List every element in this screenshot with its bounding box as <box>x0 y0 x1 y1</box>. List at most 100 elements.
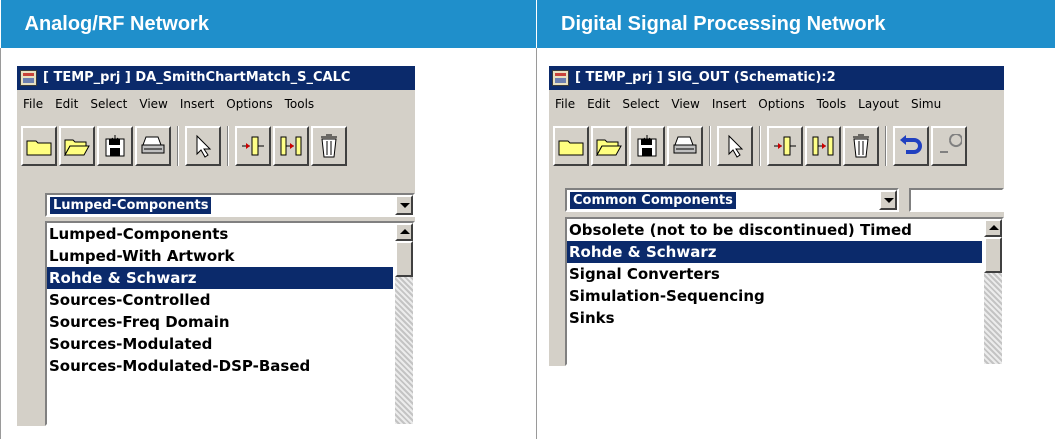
delete-icon <box>321 134 337 158</box>
scroll-thumb[interactable] <box>395 241 413 277</box>
menu-item-view[interactable]: View <box>671 97 699 111</box>
menu-item-file[interactable]: File <box>555 97 575 111</box>
menu-item-file[interactable]: File <box>23 97 43 111</box>
print-button[interactable] <box>667 126 703 166</box>
menu-item-tools[interactable]: Tools <box>817 97 847 111</box>
palette-list: Lumped-Components Lumped-With Artwork Rohd… <box>45 221 415 426</box>
menu-item-options[interactable]: Options <box>758 97 804 111</box>
menu-bar: File Edit Select View Insert Options Tools <box>17 94 326 114</box>
palette-combo[interactable]: Common Components <box>565 188 899 212</box>
dsp-network-header: Digital Signal Processing Network <box>536 0 1055 48</box>
scrollbar[interactable] <box>984 219 1002 364</box>
palette-list-item[interactable]: Lumped-Components <box>47 223 393 245</box>
palette-items: Obsolete (not to be discontinued) Timed R… <box>567 219 982 329</box>
new-folder-button[interactable] <box>21 126 57 166</box>
save-icon <box>105 135 125 157</box>
palette-combo[interactable]: Lumped-Components <box>45 193 415 217</box>
scroll-up-arrow-icon[interactable] <box>395 223 413 241</box>
menu-item-edit[interactable]: Edit <box>55 97 78 111</box>
menu-item-insert[interactable]: Insert <box>712 97 746 111</box>
save-button[interactable] <box>629 126 665 166</box>
palette-list: Obsolete (not to be discontinued) Timed R… <box>565 217 1004 366</box>
folder-icon <box>558 140 584 156</box>
menu-bar: File Edit Select View Insert Options Tools Layo… <box>549 94 953 114</box>
menu-item-insert[interactable]: Insert <box>180 97 214 111</box>
delete-icon <box>853 134 869 158</box>
palette-selected: Lumped-Components <box>50 197 212 214</box>
extra-tool-button[interactable] <box>931 126 967 166</box>
palette-list-item[interactable]: Sources-Freq Domain <box>47 311 393 333</box>
menu-item-layout[interactable]: Layout <box>858 97 899 111</box>
chevron-down-icon[interactable] <box>395 195 413 215</box>
folder-icon <box>26 140 52 156</box>
menu-item-simu[interactable]: Simu <box>911 97 941 111</box>
new-folder-button[interactable] <box>553 126 589 166</box>
save-icon <box>637 135 657 157</box>
palette-list-item[interactable]: Sources-Modulated <box>47 333 393 355</box>
chevron-down-icon[interactable] <box>879 190 897 210</box>
select-pointer-button[interactable] <box>717 126 753 166</box>
palette-list-item[interactable]: Signal Converters <box>567 263 982 285</box>
open-folder-icon <box>596 139 622 156</box>
scrollbar[interactable] <box>395 223 413 424</box>
app-icon <box>20 70 37 86</box>
undo-icon <box>900 135 922 154</box>
menu-item-view[interactable]: View <box>139 97 167 111</box>
insert-wire-icon <box>280 136 302 156</box>
print-button[interactable] <box>135 126 171 166</box>
insert-pin-button[interactable] <box>235 126 271 166</box>
open-button[interactable] <box>59 126 95 166</box>
analog-rf-screenshot: [ TEMP_prj ] DA_SmithChartMatch_S_CALC F… <box>17 66 415 426</box>
palette-list-item[interactable]: Obsolete (not to be discontinued) Timed <box>567 219 982 241</box>
window-titlebar: [ TEMP_prj ] SIG_OUT (Schematic):2 <box>549 66 1004 90</box>
palette-list-item[interactable]: Sources-Controlled <box>47 289 393 311</box>
menu-item-options[interactable]: Options <box>226 97 272 111</box>
palette-list-item[interactable]: Lumped-With Artwork <box>47 245 393 267</box>
window-titlebar: [ TEMP_prj ] DA_SmithChartMatch_S_CALC <box>17 66 415 90</box>
palette-list-item[interactable]: Rohde & Schwarz <box>47 267 393 289</box>
delete-button[interactable] <box>311 126 347 166</box>
app-icon <box>552 70 569 86</box>
toolbar-separator <box>177 126 179 166</box>
comparison-table: Analog/RF Network Digital Signal Process… <box>0 0 1055 439</box>
save-button[interactable] <box>97 126 133 166</box>
insert-pin-icon <box>242 136 264 156</box>
insert-wire-button[interactable] <box>273 126 309 166</box>
menu-item-select[interactable]: Select <box>622 97 659 111</box>
open-button[interactable] <box>591 126 627 166</box>
insert-wire-icon <box>812 136 834 156</box>
scroll-up-arrow-icon[interactable] <box>984 219 1002 237</box>
palette-list-item[interactable]: Rohde & Schwarz <box>567 241 982 263</box>
pointer-icon <box>728 134 744 158</box>
print-icon <box>141 136 165 154</box>
menu-item-tools[interactable]: Tools <box>285 97 315 111</box>
toolbar-separator <box>885 126 887 166</box>
window-title: [ TEMP_prj ] SIG_OUT (Schematic):2 <box>575 70 836 85</box>
undo-button[interactable] <box>893 126 929 166</box>
pointer-icon <box>196 134 212 158</box>
component-search-field[interactable] <box>909 188 1004 212</box>
analog-rf-cell: [ TEMP_prj ] DA_SmithChartMatch_S_CALC F… <box>0 48 537 439</box>
dsp-network-screenshot: [ TEMP_prj ] SIG_OUT (Schematic):2 File E… <box>549 66 1004 366</box>
insert-wire-button[interactable] <box>805 126 841 166</box>
menu-item-edit[interactable]: Edit <box>587 97 610 111</box>
palette-list-item[interactable]: Simulation-Sequencing <box>567 285 982 307</box>
print-icon <box>673 136 697 154</box>
toolbar-separator <box>759 126 761 166</box>
open-folder-icon <box>64 139 90 156</box>
menu-item-select[interactable]: Select <box>90 97 127 111</box>
toolbar-separator <box>709 126 711 166</box>
insert-pin-button[interactable] <box>767 126 803 166</box>
analog-rf-header: Analog/RF Network <box>0 0 537 48</box>
select-pointer-button[interactable] <box>185 126 221 166</box>
palette-list-item[interactable]: Sources-Modulated-DSP-Based <box>47 355 393 377</box>
scroll-thumb[interactable] <box>984 237 1002 273</box>
palette-selected: Common Components <box>570 192 736 209</box>
extra-icon <box>940 134 962 153</box>
palette-items: Lumped-Components Lumped-With Artwork Rohd… <box>47 223 393 377</box>
delete-button[interactable] <box>843 126 879 166</box>
insert-pin-icon <box>774 136 796 156</box>
palette-list-item[interactable]: Sinks <box>567 307 982 329</box>
toolbar-separator <box>227 126 229 166</box>
window-title: [ TEMP_prj ] DA_SmithChartMatch_S_CALC <box>43 70 351 85</box>
